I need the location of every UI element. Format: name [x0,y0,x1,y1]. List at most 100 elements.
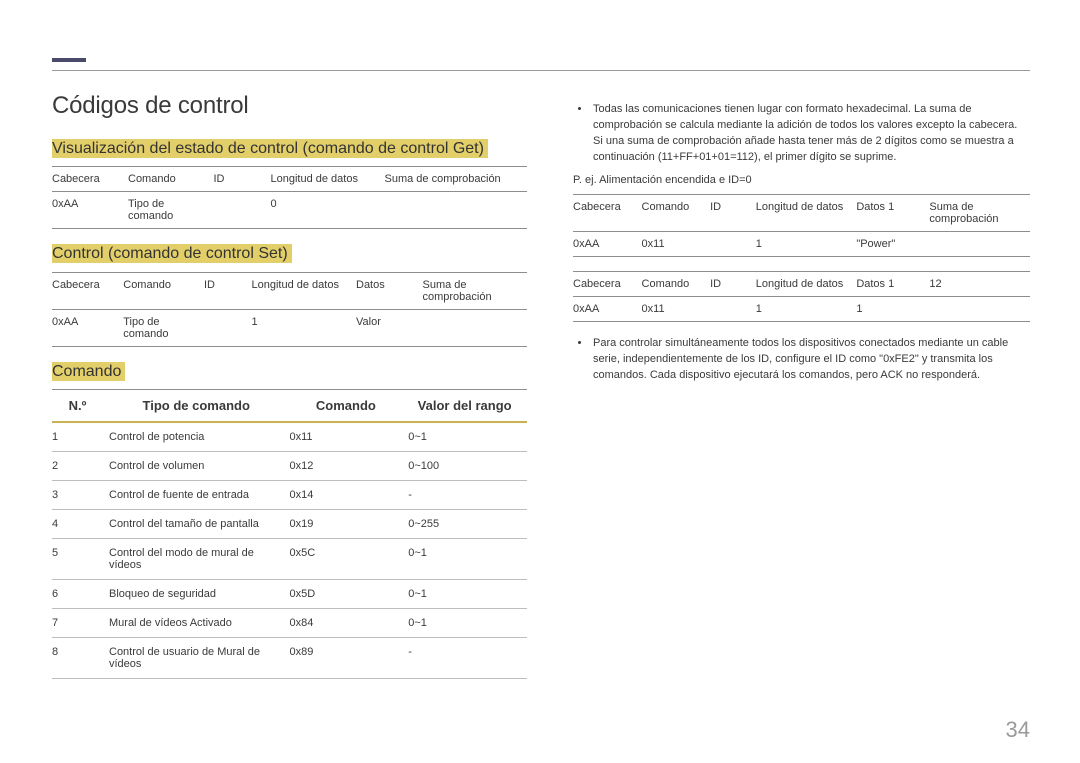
get-td-2 [214,192,271,229]
cmd-td: 0~255 [408,510,527,539]
cmd-th-2: Comando [290,390,409,423]
example-table-2: Cabecera Comando ID Longitud de datos Da… [573,271,1030,322]
ex2-th-5: 12 [929,271,1030,296]
set-th-2: ID [204,272,252,309]
set-table-header-row: Cabecera Comando ID Longitud de datos Da… [52,272,527,309]
page-number: 34 [1006,717,1030,743]
ex1-th-5: Suma de comprobación [929,194,1030,231]
example-label: P. ej. Alimentación encendida e ID=0 [573,174,1030,186]
cmd-td: 0x5D [290,580,409,609]
get-th-0: Cabecera [52,167,128,192]
get-table-header-row: Cabecera Comando ID Longitud de datos Su… [52,167,527,192]
cmd-td: 7 [52,609,109,638]
get-td-3: 0 [271,192,385,229]
cmd-table-row: 3Control de fuente de entrada0x14- [52,481,527,510]
cmd-td: 8 [52,638,109,679]
ex1-td-4: "Power" [856,231,929,256]
cmd-td: 0x89 [290,638,409,679]
content-columns: Códigos de control Visualización del est… [52,92,1030,679]
set-td-2 [204,309,252,346]
note-bullet-2: Para controlar simultáneamente todos los… [591,336,1030,384]
cmd-td: 0~100 [408,452,527,481]
get-th-4: Suma de comprobación [385,167,528,192]
get-table-row: 0xAA Tipo de comando 0 [52,192,527,229]
cmd-td: 1 [52,422,109,452]
ex2-td-2 [710,296,756,321]
set-th-0: Cabecera [52,272,123,309]
top-accent-bar [52,58,86,62]
section-get-heading: Visualización del estado de control (com… [52,139,488,158]
cmd-td: Bloqueo de seguridad [109,580,290,609]
cmd-table-row: 1Control de potencia0x110~1 [52,422,527,452]
ex1-th-1: Comando [642,194,711,231]
ex2-td-4: 1 [856,296,929,321]
set-td-0: 0xAA [52,309,123,346]
ex2-td-5 [929,296,1030,321]
cmd-td: 0x5C [290,539,409,580]
cmd-td: 0~1 [408,422,527,452]
ex1-th-3: Longitud de datos [756,194,857,231]
get-th-1: Comando [128,167,214,192]
cmd-td: Control del modo de mural de vídeos [109,539,290,580]
section-cmd-heading-wrap: Comando [52,361,527,383]
cmd-table-row: 4Control del tamaño de pantalla0x190~255 [52,510,527,539]
ex2-th-0: Cabecera [573,271,642,296]
ex1-th-4: Datos 1 [856,194,929,231]
set-th-4: Datos [356,272,423,309]
cmd-td: Control de volumen [109,452,290,481]
get-th-2: ID [214,167,271,192]
right-column: Todas las comunicaciones tienen lugar co… [555,92,1030,679]
cmd-td: 0~1 [408,539,527,580]
ex1-td-0: 0xAA [573,231,642,256]
set-td-3: 1 [252,309,357,346]
ex1-header-row: Cabecera Comando ID Longitud de datos Da… [573,194,1030,231]
cmd-td: 0x11 [290,422,409,452]
get-td-1: Tipo de comando [128,192,214,229]
section-set-heading-wrap: Control (comando de control Set) [52,243,527,265]
cmd-td: 0~1 [408,580,527,609]
set-table: Cabecera Comando ID Longitud de datos Da… [52,272,527,347]
cmd-td: - [408,481,527,510]
page-title: Códigos de control [52,92,527,120]
cmd-td: 0x12 [290,452,409,481]
notes-list-2: Para controlar simultáneamente todos los… [555,336,1030,384]
note-bullet-1: Todas las comunicaciones tienen lugar co… [591,102,1030,166]
set-td-5 [423,309,528,346]
cmd-td: Mural de vídeos Activado [109,609,290,638]
set-th-3: Longitud de datos [252,272,357,309]
notes-list-1: Todas las comunicaciones tienen lugar co… [555,102,1030,166]
ex1-td-5 [929,231,1030,256]
ex2-row: 0xAA 0x11 1 1 [573,296,1030,321]
get-table: Cabecera Comando ID Longitud de datos Su… [52,166,527,229]
ex1-th-2: ID [710,194,756,231]
ex1-td-2 [710,231,756,256]
ex2-th-1: Comando [642,271,711,296]
set-td-1: Tipo de comando [123,309,204,346]
ex2-td-0: 0xAA [573,296,642,321]
get-td-4 [385,192,528,229]
ex2-th-2: ID [710,271,756,296]
ex2-th-4: Datos 1 [856,271,929,296]
cmd-td: Control de potencia [109,422,290,452]
set-th-1: Comando [123,272,204,309]
set-th-5: Suma de comprobación [423,272,528,309]
get-td-0: 0xAA [52,192,128,229]
cmd-table-row: 8Control de usuario de Mural de vídeos0x… [52,638,527,679]
left-column: Códigos de control Visualización del est… [52,92,527,679]
cmd-th-0: N.º [52,390,109,423]
cmd-td: 0x19 [290,510,409,539]
cmd-table-row: 2Control de volumen0x120~100 [52,452,527,481]
ex2-td-3: 1 [756,296,857,321]
cmd-td: 4 [52,510,109,539]
cmd-td: Control del tamaño de pantalla [109,510,290,539]
section-set-heading: Control (comando de control Set) [52,244,292,263]
example-table-1: Cabecera Comando ID Longitud de datos Da… [573,194,1030,257]
cmd-td: Control de fuente de entrada [109,481,290,510]
cmd-th-1: Tipo de comando [109,390,290,423]
cmd-th-3: Valor del rango [408,390,527,423]
ex2-td-1: 0x11 [642,296,711,321]
set-table-row: 0xAA Tipo de comando 1 Valor [52,309,527,346]
cmd-td: 0~1 [408,609,527,638]
ex2-th-3: Longitud de datos [756,271,857,296]
get-th-3: Longitud de datos [271,167,385,192]
